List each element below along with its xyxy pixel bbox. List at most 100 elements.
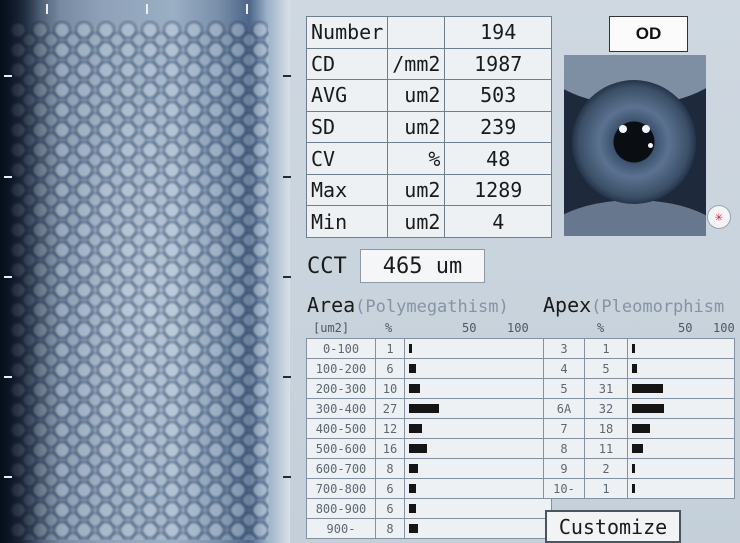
- area-scale-100: 100: [507, 321, 529, 335]
- stat-label: Number: [305, 16, 389, 49]
- area-pct-header: %: [385, 321, 393, 335]
- bin-bar-cell: [627, 378, 735, 399]
- stats-row: Max um2 1289: [305, 173, 552, 207]
- area-histogram: 0-100 1 100-200 6 200-300 10 300-400 27 400-500 1…: [306, 338, 552, 539]
- histogram-row: 800-900 6: [306, 498, 552, 519]
- scale-tick: [283, 176, 291, 178]
- iris: [572, 80, 696, 204]
- bin-label: 300-400: [306, 398, 376, 419]
- bin-percent: 5: [584, 358, 628, 379]
- stat-unit: um2: [387, 173, 446, 207]
- bin-label: 5: [543, 378, 585, 399]
- bin-percent: 8: [375, 518, 405, 539]
- histogram-row: 5 31: [543, 378, 735, 399]
- apex-scale-100: 100: [713, 321, 735, 335]
- bin-label: 7: [543, 418, 585, 439]
- bin-percent: 6: [375, 358, 405, 379]
- bin-bar-cell: [404, 358, 552, 379]
- bin-bar-cell: [404, 418, 552, 439]
- bin-percent: 6: [375, 478, 405, 499]
- bin-percent: 32: [584, 398, 628, 419]
- histogram-row: 100-200 6: [306, 358, 552, 379]
- bin-label: 400-500: [306, 418, 376, 439]
- bin-label: 800-900: [306, 498, 376, 519]
- bin-label: 0-100: [306, 338, 376, 359]
- glint: [642, 125, 650, 133]
- cct-label: CCT: [307, 254, 347, 279]
- bin-bar-cell: [627, 438, 735, 459]
- bin-bar-cell: [627, 418, 735, 439]
- scale-tick: [283, 476, 291, 478]
- scale-tick: [4, 176, 12, 178]
- histogram-row: 200-300 10: [306, 378, 552, 399]
- scale-tick: [146, 4, 148, 14]
- histogram-row: 7 18: [543, 418, 735, 439]
- histogram-row: 10- 1: [543, 478, 735, 499]
- bin-label: 200-300: [306, 378, 376, 399]
- bin-bar-cell: [627, 398, 735, 419]
- bin-label: 700-800: [306, 478, 376, 499]
- scale-tick: [283, 276, 291, 278]
- stat-value: 194: [444, 16, 552, 49]
- bin-bar-cell: [404, 498, 552, 519]
- histogram-row: 700-800 6: [306, 478, 552, 499]
- histogram-row: 6A 32: [543, 398, 735, 419]
- scale-tick: [4, 476, 12, 478]
- bin-bar-cell: [627, 458, 735, 479]
- customize-button[interactable]: Customize: [545, 510, 681, 543]
- histogram-bar: [409, 344, 412, 353]
- bin-bar-cell: [627, 358, 735, 379]
- histogram-bar: [409, 384, 420, 393]
- bin-percent: 1: [584, 478, 628, 499]
- histogram-bar: [409, 364, 416, 373]
- bin-bar-cell: [627, 338, 735, 359]
- bin-bar-cell: [404, 458, 552, 479]
- bin-label: 6A: [543, 398, 585, 419]
- bin-label: 4: [543, 358, 585, 379]
- scale-tick: [283, 376, 291, 378]
- histogram-bar: [632, 444, 643, 453]
- histogram-row: 0-100 1: [306, 338, 552, 359]
- area-heading: Area(Polymegathism): [307, 293, 509, 317]
- area-unit-header: [um2]: [313, 321, 350, 335]
- stat-value: 48: [444, 142, 552, 175]
- glint: [648, 143, 653, 148]
- apex-subtitle: (Pleomorphism: [591, 297, 725, 317]
- stats-row: Number 194: [305, 16, 552, 49]
- scale-tick: [4, 276, 12, 278]
- stats-row: CD/mm2 1987: [305, 47, 552, 81]
- bin-percent: 8: [375, 458, 405, 479]
- apex-pct-header: %: [597, 321, 605, 335]
- bin-bar-cell: [404, 518, 552, 539]
- scale-tick: [4, 376, 12, 378]
- target-icon[interactable]: ✳: [707, 205, 731, 229]
- bin-bar-cell: [627, 478, 735, 499]
- histogram-bar: [409, 404, 439, 413]
- endothelium-image: [0, 0, 290, 543]
- stat-value: 503: [444, 79, 552, 112]
- stats-row: AVG um2 503: [305, 79, 552, 112]
- bin-percent: 6: [375, 498, 405, 519]
- area-scale-50: 50: [462, 321, 477, 335]
- histogram-bar: [409, 464, 418, 473]
- lower-lid: [564, 200, 706, 236]
- eye-side-label: OD: [609, 16, 688, 52]
- histogram-row: 45: [543, 358, 735, 379]
- scale-tick: [4, 75, 12, 77]
- stat-label: AVG: [305, 79, 389, 112]
- image-edge-shade: [0, 0, 60, 543]
- stat-unit: %: [387, 142, 446, 175]
- histogram-bar: [409, 484, 416, 493]
- bin-label: 100-200: [306, 358, 376, 379]
- bin-label: 3: [543, 338, 585, 359]
- bin-percent: 10: [375, 378, 405, 399]
- bin-label: 8: [543, 438, 585, 459]
- bin-percent: 1: [584, 338, 628, 359]
- histogram-row: 300-400 27: [306, 398, 552, 419]
- analysis-screen: Number 194 CD/mm2 1987 AVG um2 503 SD um2 239 CV% 4…: [0, 0, 740, 543]
- bin-bar-cell: [404, 398, 552, 419]
- stat-unit: um2: [387, 79, 446, 112]
- stats-row: SD um2 239: [305, 110, 552, 144]
- stat-unit: /mm2: [387, 47, 446, 81]
- bin-percent: 12: [375, 418, 405, 439]
